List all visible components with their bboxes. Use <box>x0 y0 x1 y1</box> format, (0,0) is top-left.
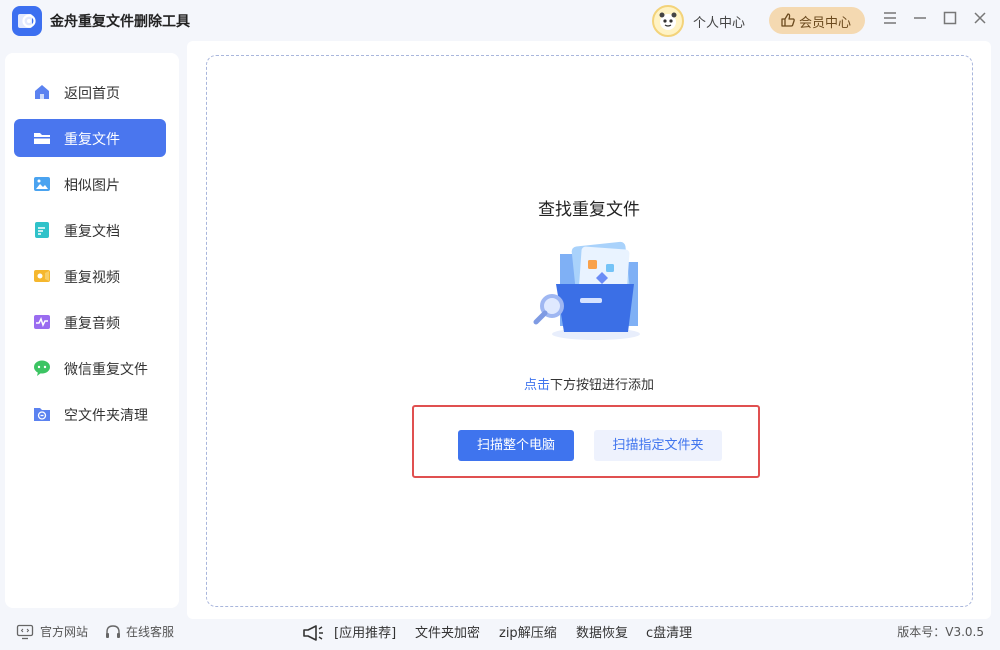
sidebar-item-duplicate-docs[interactable]: 重复文档 <box>14 211 166 249</box>
scan-specified-folder-button[interactable]: 扫描指定文件夹 <box>594 430 722 461</box>
video-icon <box>34 270 50 282</box>
app-logo-icon <box>12 6 42 36</box>
footer-link-data-recovery[interactable]: 数据恢复 <box>576 622 628 641</box>
version-label: 版本号：V3.0.5 <box>897 625 984 639</box>
folder-search-illustration <box>533 241 640 340</box>
home-icon <box>35 85 49 99</box>
sidebar-item-label: 返回首页 <box>64 86 120 102</box>
sidebar-item-label: 空文件夹清理 <box>64 408 148 424</box>
sidebar: 返回首页 重复文件 相似图片 重复文档 重复视频 重复音频 微信重复文件 空文件… <box>5 53 179 608</box>
online-service-link[interactable]: 在线客服 <box>126 623 174 640</box>
monitor-icon <box>16 624 34 640</box>
sidebar-item-duplicate-audio[interactable]: 重复音频 <box>14 303 166 341</box>
sidebar-item-similar-images[interactable]: 相似图片 <box>14 165 166 203</box>
sidebar-item-label: 重复视频 <box>64 270 120 286</box>
vip-center-button[interactable]: 会员中心 <box>769 7 865 34</box>
official-site-link[interactable]: 官方网站 <box>40 623 88 640</box>
sidebar-item-label: 相似图片 <box>64 178 120 194</box>
sidebar-item-duplicate-files[interactable]: 重复文件 <box>14 119 166 157</box>
footer: 官方网站 在线客服 [应用推荐] 文件夹加密 zip解压缩 数据恢复 c盘清理 … <box>0 619 1000 650</box>
folder-icon <box>34 133 50 144</box>
scan-entire-computer-button[interactable]: 扫描整个电脑 <box>458 430 574 461</box>
maximize-icon[interactable] <box>942 10 958 26</box>
sidebar-item-label: 重复文档 <box>64 224 120 240</box>
minimize-icon[interactable] <box>912 10 928 26</box>
vip-center-label: 会员中心 <box>799 16 852 31</box>
sidebar-item-duplicate-videos[interactable]: 重复视频 <box>14 257 166 295</box>
sidebar-item-label: 微信重复文件 <box>64 362 148 378</box>
thumb-up-icon <box>781 13 795 27</box>
sidebar-item-label: 重复文件 <box>64 132 120 148</box>
footer-link-c-drive-cleanup[interactable]: c盘清理 <box>646 622 692 641</box>
sidebar-item-empty-folder-cleanup[interactable]: 空文件夹清理 <box>14 395 166 433</box>
menu-icon[interactable] <box>882 10 898 26</box>
headset-icon <box>106 625 120 638</box>
app-title: 金舟重复文件删除工具 <box>50 14 190 30</box>
main-panel: 查找重复文件 点击下方按钮进行添加 扫描整个电脑 扫描指定文件夹 <box>187 41 991 619</box>
sidebar-item-home[interactable]: 返回首页 <box>14 73 166 111</box>
page-title: 查找重复文件 <box>538 200 640 220</box>
audio-icon <box>34 315 50 329</box>
hint-click-link[interactable]: 点击 <box>524 378 550 393</box>
add-hint: 点击下方按钮进行添加 <box>187 374 991 393</box>
wechat-icon <box>34 360 50 376</box>
megaphone-icon <box>303 625 323 641</box>
title-bar: 金舟重复文件删除工具 个人中心 会员中心 <box>0 0 1000 40</box>
close-icon[interactable] <box>972 10 988 26</box>
user-center-link[interactable]: 个人中心 <box>693 12 745 31</box>
app-recommend-label: [应用推荐] <box>334 626 397 641</box>
avatar[interactable] <box>652 5 684 37</box>
sidebar-item-wechat-duplicates[interactable]: 微信重复文件 <box>14 349 166 387</box>
document-icon <box>35 222 49 238</box>
hint-text: 下方按钮进行添加 <box>550 378 655 393</box>
sidebar-item-label: 重复音频 <box>64 316 120 332</box>
footer-link-folder-encryption[interactable]: 文件夹加密 <box>415 622 480 641</box>
footer-link-zip-extract[interactable]: zip解压缩 <box>499 622 557 641</box>
empty-folder-icon <box>34 408 50 421</box>
image-icon <box>34 177 50 191</box>
